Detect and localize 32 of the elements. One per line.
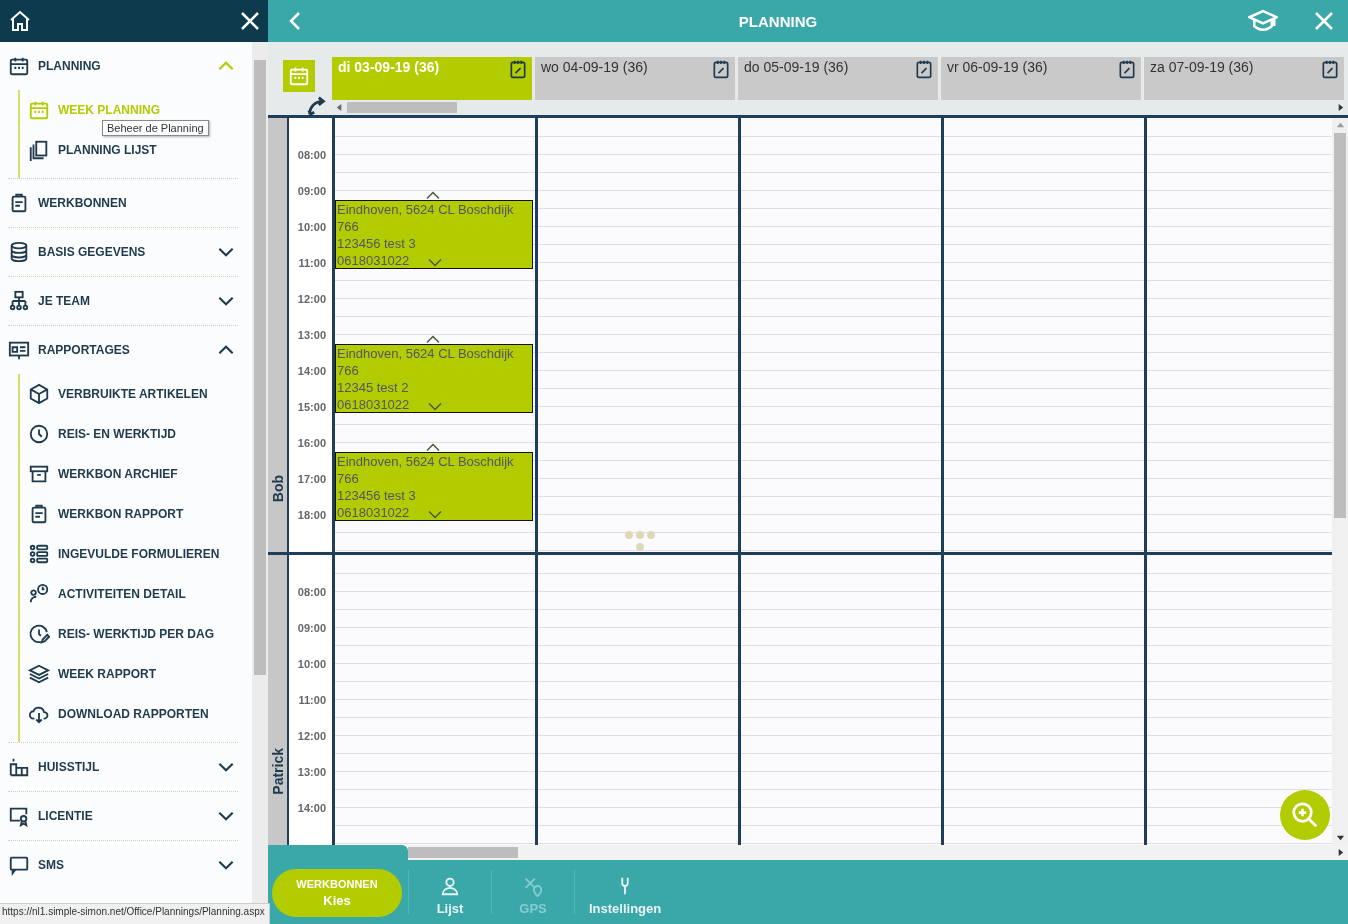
time-label: 14:00	[296, 364, 327, 379]
time-label: 12:00	[296, 729, 327, 744]
time-label: 08:00	[296, 148, 327, 163]
time-label: 11:00	[297, 256, 327, 271]
time-label: 09:00	[296, 184, 327, 199]
time-label: 12:00	[296, 292, 327, 307]
appointment-address: Eindhoven, 5624 CL Boschdijk 766	[337, 453, 515, 487]
time-label: 09:00	[296, 621, 327, 636]
time-label: 11:00	[297, 693, 327, 708]
time-label: 15:00	[296, 400, 327, 415]
status-bar-url: https://nl1.simple-simon.net/Office/Plannings/Planning.aspx	[0, 903, 270, 924]
appointment-phone: 0618031022	[337, 396, 410, 413]
time-label: 17:00	[296, 472, 327, 487]
appointment-title: 12345 test 2	[337, 379, 410, 396]
appointment-title: 123456 test 3	[337, 235, 417, 252]
resource-name: Bob	[268, 118, 287, 552]
time-label: 18:00	[296, 508, 327, 523]
appointment-phone: 0618031022	[337, 504, 410, 521]
time-label: 13:00	[296, 765, 327, 780]
appointment-phone: 0618031022	[337, 252, 410, 269]
page-title: PLANNING	[737, 12, 819, 30]
resource-name: Patrick	[268, 555, 287, 845]
time-label: 13:00	[296, 328, 327, 343]
time-label: 10:00	[296, 220, 327, 235]
time-label: 14:00	[296, 801, 327, 816]
appointment-address: Eindhoven, 5624 CL Boschdijk 766	[337, 201, 515, 235]
time-label: 08:00	[296, 585, 327, 600]
time-label: 10:00	[296, 657, 327, 672]
appointment-address: Eindhoven, 5624 CL Boschdijk 766	[337, 345, 515, 379]
tooltip: Beheer de Planning	[102, 120, 209, 136]
time-label: 16:00	[296, 436, 327, 451]
appointment-title: 123456 test 3	[337, 487, 417, 504]
